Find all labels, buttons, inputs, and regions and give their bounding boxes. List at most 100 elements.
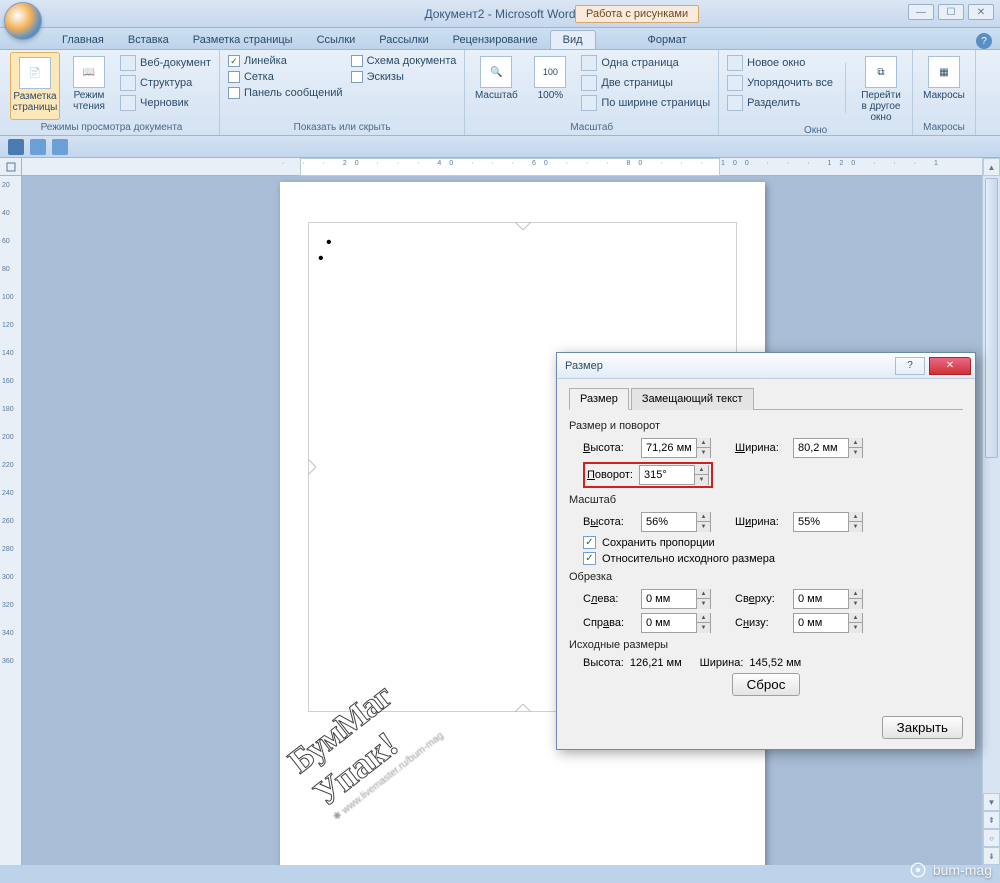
orig-width-value: 145,52 мм <box>749 657 801 669</box>
new-window-button[interactable]: Новое окно <box>725 54 835 72</box>
undo-icon[interactable] <box>30 139 46 155</box>
check-icon: ✓ <box>583 536 596 549</box>
relative-original-checkbox[interactable]: ✓Относительно исходного размера <box>583 552 963 565</box>
crop-bottom-input[interactable] <box>794 617 848 629</box>
scroll-up-arrow[interactable]: ▲ <box>983 158 1000 176</box>
thumbnails-checkbox[interactable]: Эскизы <box>349 70 459 84</box>
height-spinner[interactable]: ▲▼ <box>641 438 711 458</box>
scroll-down-arrow[interactable]: ▼ <box>983 793 1000 811</box>
crop-top-input[interactable] <box>794 593 848 605</box>
zoom-100-button[interactable]: 100 100% <box>525 52 575 120</box>
spin-down-icon[interactable]: ▼ <box>696 448 710 458</box>
crop-left-input[interactable] <box>642 593 696 605</box>
page-width-icon <box>581 95 597 111</box>
tab-references[interactable]: Ссылки <box>305 31 368 49</box>
close-window-button[interactable]: ✕ <box>968 4 994 20</box>
crop-right-label: Справа: <box>583 617 635 629</box>
tab-home[interactable]: Главная <box>50 31 116 49</box>
orig-height-label: Высота: <box>583 657 624 669</box>
split-button[interactable]: Разделить <box>725 94 835 112</box>
section-original-size: Исходные размеры <box>569 639 963 651</box>
horizontal-ruler[interactable]: · · · 20 · · · 40 · · · 60 · · · 80 · · … <box>22 158 982 176</box>
lock-aspect-checkbox[interactable]: ✓Сохранить пропорции <box>583 536 963 549</box>
spin-up-icon[interactable]: ▲ <box>696 438 710 448</box>
maximize-button[interactable]: ☐ <box>938 4 964 20</box>
gridlines-checkbox[interactable]: Сетка <box>226 70 345 84</box>
tab-insert[interactable]: Вставка <box>116 31 181 49</box>
orig-width-label: Ширина: <box>700 657 744 669</box>
dialog-tab-alt-text[interactable]: Замещающий текст <box>631 388 754 410</box>
gear-icon <box>909 861 927 879</box>
save-icon[interactable] <box>8 139 24 155</box>
print-layout-icon: 📄 <box>19 57 51 89</box>
print-layout-button[interactable]: 📄 Разметка страницы <box>10 52 60 120</box>
macros-button[interactable]: ▦ Макросы <box>919 52 969 120</box>
reading-icon: 📖 <box>73 56 105 88</box>
browse-object-button[interactable]: ○ <box>983 829 1000 847</box>
two-pages-button[interactable]: Две страницы <box>579 74 712 92</box>
crop-bottom-spinner[interactable]: ▲▼ <box>793 613 863 633</box>
office-button[interactable] <box>4 2 42 40</box>
new-window-icon <box>727 55 743 71</box>
tab-mailings[interactable]: Рассылки <box>367 31 440 49</box>
one-page-button[interactable]: Одна страница <box>579 54 712 72</box>
arrange-all-button[interactable]: Упорядочить все <box>725 74 835 92</box>
dialog-titlebar[interactable]: Размер ? ✕ <box>557 353 975 379</box>
check-icon: ✓ <box>583 552 596 565</box>
dialog-close-button[interactable]: ✕ <box>929 357 971 375</box>
web-icon <box>120 55 136 71</box>
crop-top-label: Сверху: <box>735 593 787 605</box>
vertical-scrollbar[interactable]: ▲ ▼ ⇞ ○ ⇟ <box>982 158 1000 865</box>
help-button[interactable]: ? <box>976 33 992 49</box>
ribbon: 📄 Разметка страницы 📖 Режим чтения Веб-д… <box>0 50 1000 136</box>
macros-icon: ▦ <box>928 56 960 88</box>
document-map-checkbox[interactable]: Схема документа <box>349 54 459 68</box>
scroll-thumb[interactable] <box>985 178 998 458</box>
two-pages-icon <box>581 75 597 91</box>
orig-height-value: 126,21 мм <box>630 657 682 669</box>
window-title: Документ2 - Microsoft Word <box>0 7 1000 21</box>
scale-height-spinner[interactable]: ▲▼ <box>641 512 711 532</box>
ruler-corner <box>0 158 21 176</box>
dialog-help-button[interactable]: ? <box>895 357 925 375</box>
one-page-icon <box>581 55 597 71</box>
close-dialog-button[interactable]: Закрыть <box>882 716 963 739</box>
tab-review[interactable]: Рецензирование <box>441 31 550 49</box>
reading-mode-button[interactable]: 📖 Режим чтения <box>64 52 114 120</box>
zoom-button[interactable]: 🔍 Масштаб <box>471 52 521 120</box>
rotation-spinner[interactable]: ▲▼ <box>639 465 709 485</box>
message-bar-checkbox[interactable]: Панель сообщений <box>226 86 345 100</box>
height-input[interactable] <box>642 442 696 454</box>
vertical-ruler[interactable]: 2040608010012014016018020022024026028030… <box>0 158 22 865</box>
crop-left-spinner[interactable]: ▲▼ <box>641 589 711 609</box>
scale-height-input[interactable] <box>642 516 696 528</box>
switch-windows-button[interactable]: ⧉ Перейти в другое окно <box>856 52 906 123</box>
web-layout-button[interactable]: Веб-документ <box>118 54 213 72</box>
quick-access-toolbar <box>0 136 1000 158</box>
bullet-point: • <box>326 234 332 252</box>
crop-right-spinner[interactable]: ▲▼ <box>641 613 711 633</box>
dialog-tab-size[interactable]: Размер <box>569 388 629 410</box>
group-macros-label: Макросы <box>919 120 969 135</box>
outline-button[interactable]: Структура <box>118 74 213 92</box>
width-spinner[interactable]: ▲▼ <box>793 438 863 458</box>
tab-layout[interactable]: Разметка страницы <box>181 31 305 49</box>
scale-width-spinner[interactable]: ▲▼ <box>793 512 863 532</box>
width-input[interactable] <box>794 442 848 454</box>
scale-width-input[interactable] <box>794 516 848 528</box>
page-width-button[interactable]: По ширине страницы <box>579 94 712 112</box>
rotation-input[interactable] <box>640 469 694 481</box>
outline-icon <box>120 75 136 91</box>
height-label: Высота: <box>583 442 635 454</box>
prev-page-button[interactable]: ⇞ <box>983 811 1000 829</box>
minimize-button[interactable]: — <box>908 4 934 20</box>
reset-button[interactable]: Сброс <box>732 673 801 696</box>
draft-button[interactable]: Черновик <box>118 94 213 112</box>
crop-right-input[interactable] <box>642 617 696 629</box>
scale-width-label: Ширина: <box>735 516 787 528</box>
tab-format[interactable]: Формат <box>636 31 699 49</box>
crop-top-spinner[interactable]: ▲▼ <box>793 589 863 609</box>
redo-icon[interactable] <box>52 139 68 155</box>
ruler-checkbox[interactable]: ✓Линейка <box>226 54 345 68</box>
tab-view[interactable]: Вид <box>550 30 596 49</box>
